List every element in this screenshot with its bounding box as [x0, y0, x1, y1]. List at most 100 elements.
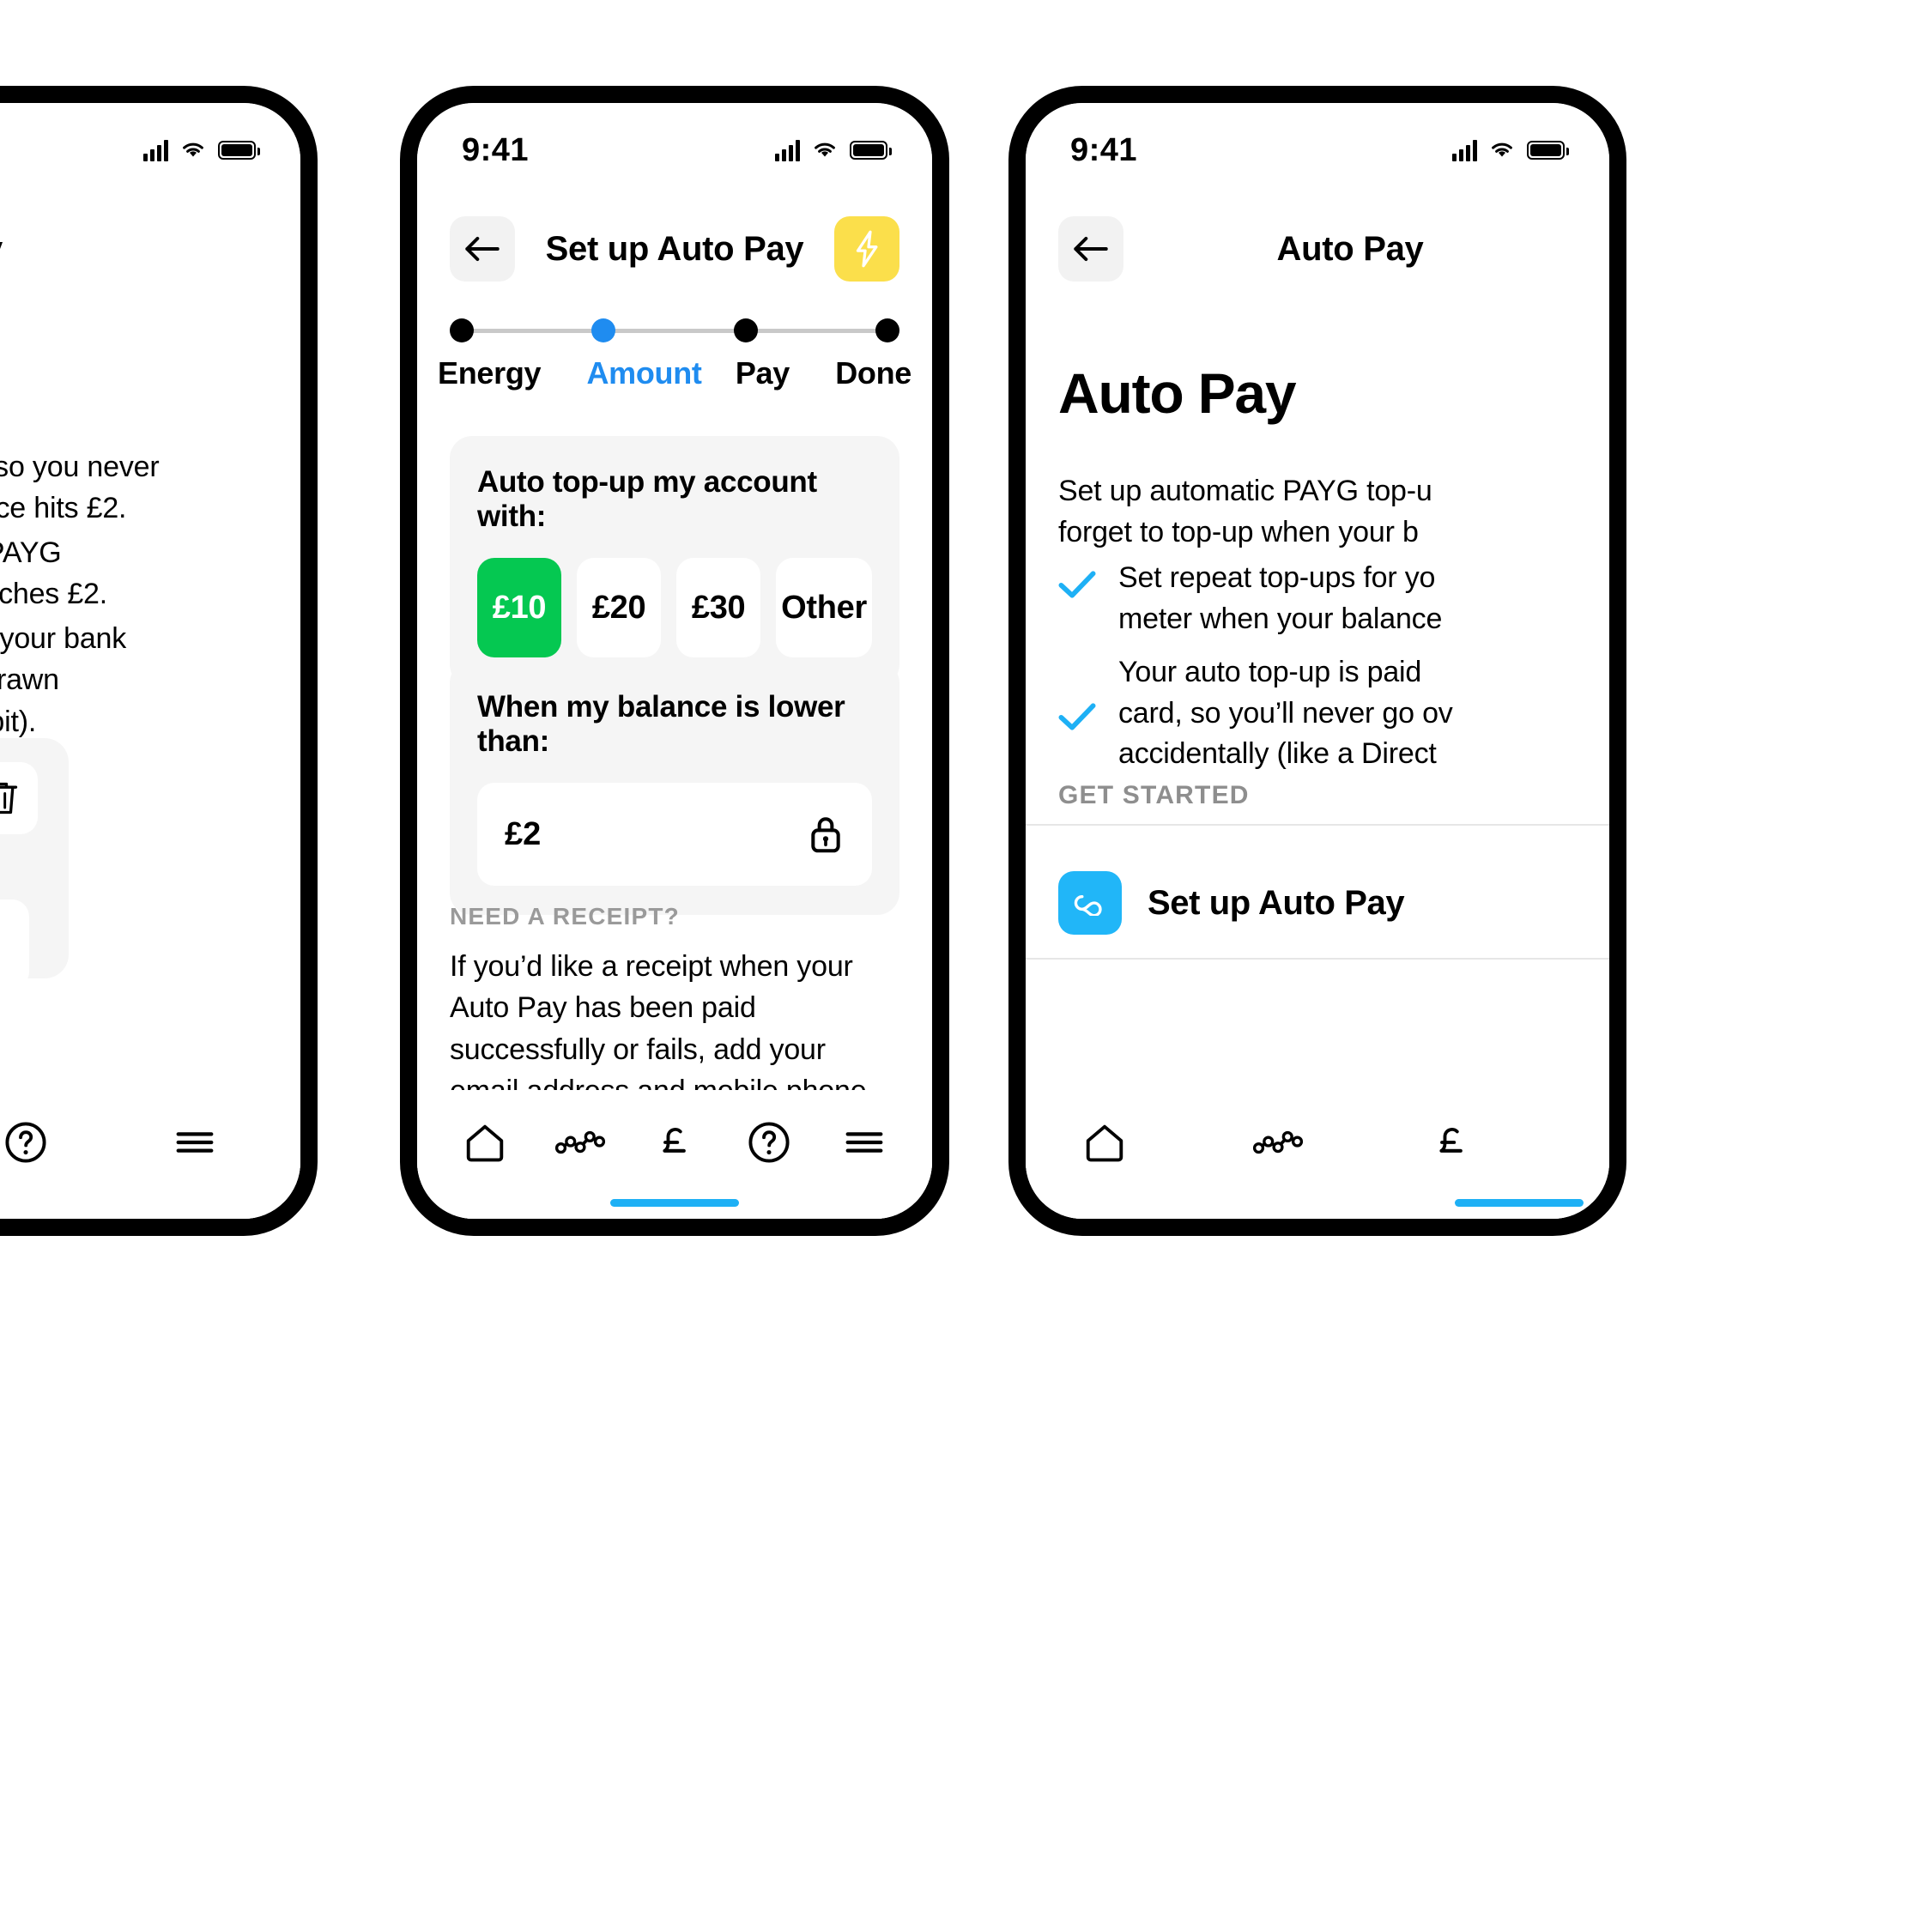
page-heading-right: Auto Pay: [1058, 361, 1297, 425]
left-bullet-1-line-1: op-ups for your PAYG: [0, 536, 62, 569]
left-intro-line-1: c PAYG top-ups so you never: [0, 451, 160, 483]
amount-option-30[interactable]: £30: [676, 558, 761, 657]
boost-button[interactable]: [834, 216, 899, 282]
signal-icon: [143, 139, 168, 161]
step-dot-amount[interactable]: [591, 318, 616, 342]
back-arrow-icon: [465, 236, 500, 262]
tabbar-left: [0, 1090, 300, 1219]
mockup-stage: Auto Pay c PAYG top-ups so you never whe…: [0, 0, 1932, 1932]
tab-menu[interactable]: [828, 1106, 900, 1178]
tab-usage[interactable]: [544, 1106, 616, 1178]
step-label-energy: Energy: [438, 355, 542, 391]
back-arrow-icon: [1074, 236, 1108, 262]
topup-amount-card: Auto top-up my account with: £10 £20 £30…: [450, 436, 899, 687]
signal-icon: [775, 139, 800, 161]
right-bullet-1-text: Set repeat top-ups for yo meter when you…: [1118, 558, 1442, 639]
check-icon: [1058, 570, 1096, 603]
right-bullet-2-line-3: accidentally (like a Direct: [1118, 737, 1437, 771]
nav-title-right: Auto Pay: [1276, 229, 1424, 268]
status-time-right: 9:41: [1070, 131, 1138, 168]
left-bullet-1: op-ups for your PAYG your balance reache…: [0, 532, 268, 615]
wifi-icon: [812, 140, 838, 160]
wifi-icon: [1489, 140, 1515, 160]
left-bullet-2: p-up is paid with your bank ll never go …: [0, 618, 268, 742]
progress-stepper: Energy Amount Pay Done: [438, 316, 911, 419]
tab-help[interactable]: [0, 1106, 62, 1178]
menu-icon: [845, 1132, 883, 1153]
get-started-header: GET STARTED: [1058, 781, 1250, 809]
list-item-label: Set up Auto Pay: [1148, 883, 1405, 922]
step-label-pay: Pay: [735, 355, 790, 391]
infinity-icon-badge: [1058, 871, 1122, 935]
left-bullet-1-line-2: your balance reaches £2.: [0, 578, 108, 611]
navbar-right: Auto Pay: [1026, 199, 1609, 299]
help-icon: [5, 1122, 46, 1163]
status-bar-right: 9:41: [1026, 103, 1609, 197]
threshold-value-field[interactable]: £2: [477, 783, 872, 886]
status-time-center: 9:41: [462, 131, 530, 168]
phone-center-screen: 9:41 Set up Auto Pay Energy Amount Pay D…: [417, 103, 932, 1219]
tab-pound[interactable]: [1415, 1106, 1487, 1178]
status-bar-center: 9:41: [417, 103, 932, 197]
right-bullet-2-line-1: Your auto top-up is paid: [1118, 656, 1422, 688]
help-icon: [748, 1122, 790, 1163]
stepper-labels: Energy Amount Pay Done: [438, 355, 911, 391]
stepper-track: [450, 316, 899, 345]
right-bullet-1: Set repeat top-ups for yo meter when you…: [1058, 558, 1592, 639]
phone-right-screen: 9:41 Auto Pay Auto Pay Set up automatic …: [1026, 103, 1609, 1219]
status-icons-right: [1452, 139, 1569, 161]
wifi-icon: [180, 140, 206, 160]
status-icons-left: [143, 139, 260, 161]
right-intro-line-2: forget to top-up when your b: [1058, 516, 1419, 549]
tab-pound[interactable]: [639, 1106, 711, 1178]
usage-icon: [554, 1130, 605, 1154]
amount-option-10[interactable]: £10: [477, 558, 562, 657]
bolt-icon: [856, 230, 878, 268]
phone-left-screen: Auto Pay c PAYG top-ups so you never whe…: [0, 103, 300, 1219]
balance-threshold-card: When my balance is lower than: £2: [450, 661, 899, 915]
signal-icon: [1452, 139, 1477, 161]
navbar-center: Set up Auto Pay: [417, 199, 932, 299]
amount-option-other[interactable]: Other: [776, 558, 872, 657]
step-label-done: Done: [835, 355, 911, 391]
phone-right: 9:41 Auto Pay Auto Pay Set up automatic …: [1008, 86, 1626, 1236]
phone-center: 9:41 Set up Auto Pay Energy Amount Pay D…: [400, 86, 949, 1236]
status-icons-center: [775, 139, 892, 161]
left-intro-paragraph: c PAYG top-ups so you never when your ba…: [0, 446, 268, 530]
home-indicator-right: [1455, 1199, 1584, 1207]
list-item-set-up-auto-pay[interactable]: Set up Auto Pay: [1058, 851, 1609, 954]
right-bullet-1-line-1: Set repeat top-ups for yo: [1118, 561, 1436, 594]
left-bullet-2-line-1: p-up is paid with your bank: [0, 622, 127, 655]
divider-bottom: [1026, 958, 1609, 960]
step-dot-pay[interactable]: [733, 318, 758, 342]
threshold-card-title: When my balance is lower than:: [477, 690, 845, 758]
topup-amount-options: £10 £20 £30 Other: [477, 558, 872, 657]
battery-icon: [1527, 141, 1569, 160]
step-dot-energy[interactable]: [450, 318, 474, 342]
check-icon: [1058, 702, 1096, 736]
tab-home[interactable]: [1069, 1106, 1141, 1178]
step-dot-done[interactable]: [875, 318, 899, 342]
tab-home[interactable]: [449, 1106, 521, 1178]
right-bullet-2-text: Your auto top-up is paid card, so you’ll…: [1118, 652, 1453, 775]
tab-help[interactable]: [733, 1106, 805, 1178]
battery-icon: [218, 141, 260, 160]
left-intro-line-2: when your balance hits £2.: [0, 492, 127, 525]
page-title: Set up Auto Pay: [545, 229, 804, 268]
right-intro: Set up automatic PAYG top-u forget to to…: [1058, 470, 1577, 554]
phone-left: Auto Pay c PAYG top-ups so you never whe…: [0, 86, 318, 1236]
left-bullet-2-line-3: (like a Direct Debit).: [0, 705, 37, 738]
delete-button[interactable]: [0, 762, 38, 834]
tab-usage[interactable]: [1242, 1106, 1314, 1178]
tab-menu[interactable]: [159, 1106, 231, 1178]
right-bullet-2: Your auto top-up is paid card, so you’ll…: [1058, 652, 1592, 775]
nav-title-left: Auto Pay: [0, 230, 268, 269]
amount-option-20[interactable]: £20: [577, 558, 662, 657]
divider-top: [1026, 824, 1609, 826]
home-icon: [466, 1124, 504, 1162]
receipt-eyebrow: NEED A RECEIPT?: [450, 903, 680, 930]
stepper-dots: [450, 318, 899, 342]
back-button[interactable]: [1058, 216, 1123, 282]
back-button[interactable]: [450, 216, 515, 282]
menu-icon: [176, 1132, 214, 1153]
